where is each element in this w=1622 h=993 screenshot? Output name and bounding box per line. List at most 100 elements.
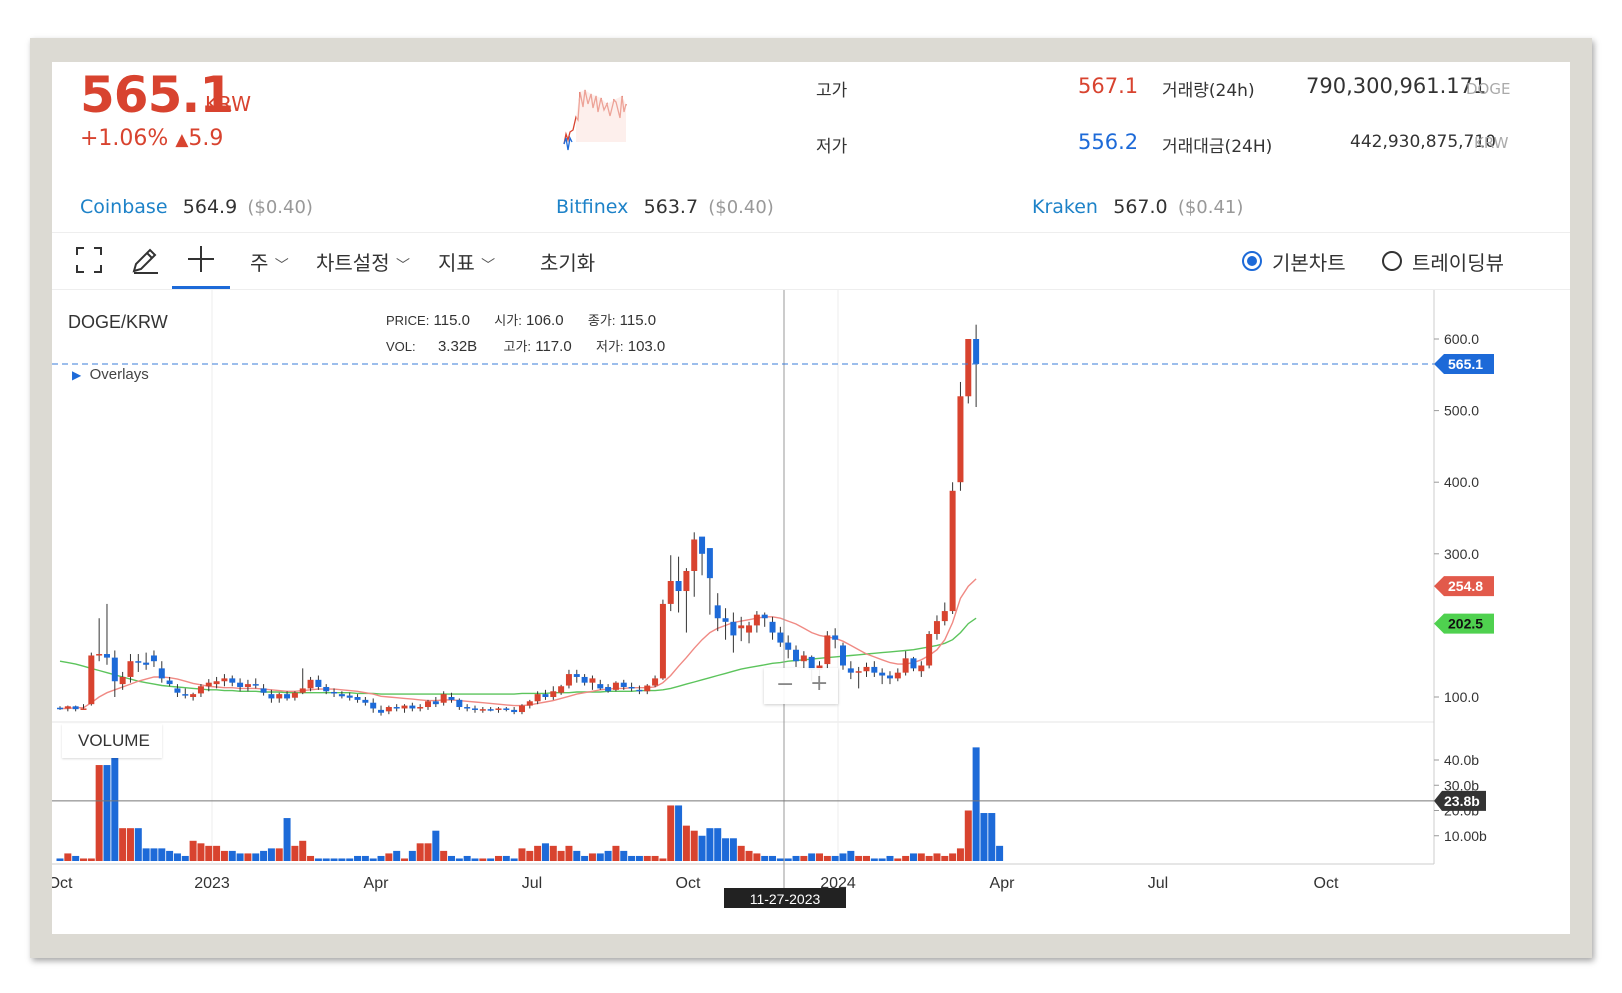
candle-body bbox=[840, 645, 846, 666]
price-marker: 202.5 bbox=[1434, 613, 1494, 634]
candle-body bbox=[597, 684, 604, 689]
zoom-out-button[interactable]: − bbox=[776, 672, 794, 697]
overlays-toggle[interactable]: ▶ Overlays bbox=[72, 366, 149, 383]
volume-bar bbox=[964, 810, 972, 861]
candle-body bbox=[550, 691, 557, 697]
volume-bar bbox=[275, 848, 283, 861]
volume-bar bbox=[307, 855, 315, 861]
candle-body bbox=[276, 694, 283, 699]
volume-bar bbox=[541, 843, 549, 861]
chart-toolbar: 주 ﹀ 차트설정 ﹀ 지표 ﹀ 초기화 기본차트 트레이딩뷰 bbox=[52, 232, 1570, 290]
info-vol: 3.32B bbox=[437, 338, 478, 355]
price-unit: KRW bbox=[205, 92, 251, 116]
volume-bar bbox=[682, 825, 690, 861]
volume-bar bbox=[635, 855, 643, 861]
y-tick-label: 600.0 bbox=[1444, 331, 1479, 347]
candle-body bbox=[636, 689, 643, 692]
info-price-label: PRICE: bbox=[386, 313, 430, 328]
volume-bar bbox=[502, 855, 510, 861]
volume-bar bbox=[714, 828, 722, 861]
candle-body bbox=[926, 633, 933, 666]
volume-bar bbox=[996, 845, 1004, 861]
exchange-name[interactable]: Kraken bbox=[1032, 196, 1098, 218]
volume-bar bbox=[675, 805, 683, 861]
volume-bar bbox=[909, 853, 917, 861]
chart-settings-dropdown[interactable]: 차트설정 ﹀ bbox=[316, 247, 410, 276]
exchange-kraken[interactable]: Kraken 567.0 ($0.41) bbox=[1032, 196, 1243, 218]
y-tick-label: 500.0 bbox=[1444, 403, 1479, 419]
candle-body bbox=[644, 685, 651, 692]
candle-body bbox=[221, 678, 228, 682]
fullscreen-icon[interactable] bbox=[76, 247, 102, 273]
candle-body bbox=[949, 490, 956, 612]
candle-body bbox=[965, 339, 972, 397]
candle-body bbox=[119, 676, 126, 685]
indicators-dropdown[interactable]: 지표 ﹀ bbox=[438, 247, 495, 276]
up-arrow-icon: ▲ bbox=[175, 130, 189, 150]
doge-chart-panel: 565.1 KRW +1.06% ▲5.9 고가 567.1 거래량(24h) … bbox=[52, 62, 1570, 934]
exchange-name[interactable]: Bitfinex bbox=[556, 196, 628, 218]
candle-body bbox=[769, 621, 776, 633]
volume-marker: 23.8b bbox=[1434, 790, 1486, 811]
volume-bar bbox=[314, 858, 322, 861]
candle-body bbox=[166, 680, 173, 685]
period-label: 주 bbox=[250, 251, 269, 275]
volume-bar bbox=[346, 858, 354, 861]
candle-body bbox=[80, 708, 87, 710]
exchange-coinbase[interactable]: Coinbase 564.9 ($0.40) bbox=[80, 196, 313, 218]
chevron-down-icon: ﹀ bbox=[481, 258, 496, 274]
candle-body bbox=[150, 655, 157, 662]
candle-body bbox=[542, 694, 549, 697]
overlays-label: Overlays bbox=[89, 366, 149, 383]
volume-bar bbox=[72, 855, 80, 861]
low-value: 556.2 bbox=[1078, 130, 1139, 154]
pencil-icon[interactable] bbox=[130, 245, 160, 275]
candle-body bbox=[714, 605, 721, 619]
volume-bar bbox=[628, 855, 636, 861]
candle-body bbox=[761, 614, 768, 619]
volume-bar bbox=[385, 853, 393, 861]
info-high: 117.0 bbox=[535, 338, 572, 355]
volume-bar bbox=[87, 858, 95, 861]
candle-body bbox=[518, 705, 525, 713]
volume-bar bbox=[213, 845, 221, 861]
exchange-price: 564.9 bbox=[182, 196, 238, 218]
zoom-in-button[interactable]: + bbox=[810, 671, 828, 696]
candle-body bbox=[88, 655, 95, 705]
volume-bar bbox=[377, 855, 385, 861]
x-tick-label: Oct bbox=[1314, 875, 1339, 892]
crosshair-date: 11-27-2023 bbox=[724, 888, 846, 908]
candle-body bbox=[793, 649, 800, 662]
turnover-24h-label: 거래대금(24H) bbox=[1162, 137, 1273, 157]
candle-body bbox=[824, 635, 831, 665]
price-marker: 565.1 bbox=[1434, 353, 1494, 374]
candle-body bbox=[244, 684, 251, 687]
chart-grid: 600.0500.0400.0300.0100.040.0b30.0b20.0b… bbox=[52, 290, 1487, 892]
candle-body bbox=[777, 632, 784, 643]
symbol-label: DOGE/KRW bbox=[68, 312, 168, 332]
reset-button[interactable]: 초기화 bbox=[540, 247, 595, 276]
exchange-bitfinex[interactable]: Bitfinex 563.7 ($0.40) bbox=[556, 196, 774, 218]
info-high-label: 고가: bbox=[503, 339, 532, 354]
volume-bar bbox=[299, 840, 307, 861]
volume-bar bbox=[354, 855, 362, 861]
candle-body bbox=[706, 548, 713, 579]
candlestick-chart[interactable]: 600.0500.0400.0300.0100.040.0b30.0b20.0b… bbox=[52, 290, 1570, 934]
exchange-price: 563.7 bbox=[643, 196, 699, 218]
volume-bar bbox=[823, 855, 831, 861]
volume-tick-label: 10.00b bbox=[1444, 828, 1487, 844]
radio-selected-icon bbox=[1242, 251, 1262, 271]
chart-settings-label: 차트설정 bbox=[316, 251, 390, 275]
volume-bar bbox=[518, 848, 526, 861]
candle-body bbox=[573, 674, 580, 677]
candle-body bbox=[213, 681, 220, 685]
candle-body bbox=[800, 655, 807, 662]
exchange-name[interactable]: Coinbase bbox=[80, 196, 168, 218]
period-dropdown[interactable]: 주 ﹀ bbox=[250, 247, 289, 276]
volume-bar bbox=[549, 845, 557, 861]
candle-body bbox=[378, 709, 385, 713]
crosshair-tool[interactable] bbox=[172, 233, 230, 289]
volume-bar bbox=[651, 855, 659, 861]
candle-body bbox=[871, 666, 878, 673]
candle-body bbox=[605, 686, 612, 692]
